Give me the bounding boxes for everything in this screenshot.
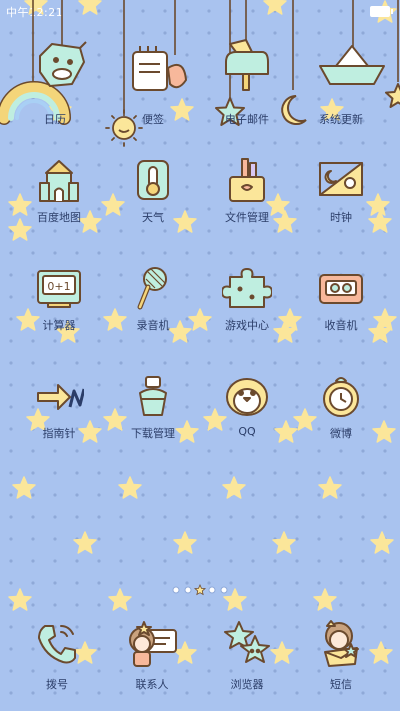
phone-icon	[38, 625, 76, 664]
app-label: 系统更新	[319, 113, 363, 126]
app-label: QQ	[238, 425, 256, 438]
app-compass[interactable]: 指南针	[19, 371, 99, 441]
mailbox-icon	[225, 39, 269, 91]
page-dot	[184, 586, 192, 594]
app-label: 微博	[330, 427, 352, 440]
arrow-n-icon	[37, 384, 84, 410]
app-game-center[interactable]: 游戏中心	[207, 263, 287, 333]
app-label: 便签	[142, 113, 164, 126]
app-weather[interactable]: 天气	[113, 155, 193, 225]
app-browser[interactable]: 浏览器	[207, 618, 287, 692]
app-label: 录音机	[136, 319, 170, 332]
star-pendant-right-icon	[385, 83, 400, 108]
castle-icon	[39, 160, 79, 202]
app-qq[interactable]: QQ	[207, 371, 287, 438]
calculator-icon: 0+1	[37, 270, 81, 308]
app-file-manager[interactable]: 文件管理	[207, 155, 287, 225]
app-label: 下载管理	[131, 427, 175, 440]
app-label: 百度地图	[37, 211, 81, 224]
app-label: 指南针	[42, 427, 76, 440]
app-contacts[interactable]: 联系人	[112, 618, 192, 692]
notepad-icon	[132, 46, 187, 91]
page-dot-active	[194, 584, 206, 596]
day-night-icon	[319, 162, 363, 196]
app-clock[interactable]: 时钟	[301, 155, 381, 225]
calendar-cow-icon	[39, 41, 87, 87]
app-label: 联系人	[135, 678, 169, 691]
app-label: 日历	[44, 113, 66, 126]
stars-icon	[224, 621, 270, 663]
contact-card-icon	[129, 621, 177, 667]
app-label: 文件管理	[225, 211, 269, 224]
app-calculator[interactable]: 0+1 计算器	[19, 263, 99, 333]
app-label: 时钟	[330, 211, 352, 224]
app-label: 电子邮件	[225, 113, 269, 126]
paper-boat-icon	[319, 45, 385, 85]
app-notes[interactable]: 便签	[113, 111, 193, 127]
app-recorder[interactable]: 录音机	[113, 263, 193, 333]
app-dialer[interactable]: 拨号	[17, 618, 97, 692]
app-label: 收音机	[324, 319, 358, 332]
puzzle-icon	[222, 268, 272, 308]
app-label: 拨号	[46, 678, 68, 691]
hanging-decorations	[0, 0, 400, 147]
app-baidu-map[interactable]: 百度地图	[19, 155, 99, 225]
app-email[interactable]: 电子邮件	[207, 111, 287, 127]
app-messages[interactable]: 短信	[301, 618, 381, 692]
microphone-icon	[137, 267, 167, 310]
page-indicator[interactable]	[0, 584, 400, 596]
file-box-icon	[229, 158, 265, 202]
app-label: 浏览器	[230, 678, 264, 691]
radio-icon	[319, 274, 363, 304]
svg-text:0+1: 0+1	[47, 280, 70, 293]
app-radio[interactable]: 收音机	[301, 263, 381, 333]
app-calendar[interactable]: 日历	[15, 111, 95, 127]
app-download-manager[interactable]: 下载管理	[113, 371, 193, 441]
app-weibo[interactable]: 微博	[301, 371, 381, 441]
penguin-icon	[226, 378, 268, 416]
bottle-icon	[139, 376, 167, 416]
app-label: 短信	[330, 678, 352, 691]
girl-letter-icon	[324, 620, 359, 667]
page-dot	[172, 586, 180, 594]
app-system-update[interactable]: 系统更新	[301, 111, 381, 127]
app-label: 计算器	[42, 319, 76, 332]
page-dot	[208, 586, 216, 594]
thermometer-icon	[137, 160, 169, 200]
ring-icon	[323, 377, 359, 417]
app-label: 游戏中心	[225, 319, 269, 332]
app-label: 天气	[142, 211, 164, 224]
page-dot	[220, 586, 228, 594]
